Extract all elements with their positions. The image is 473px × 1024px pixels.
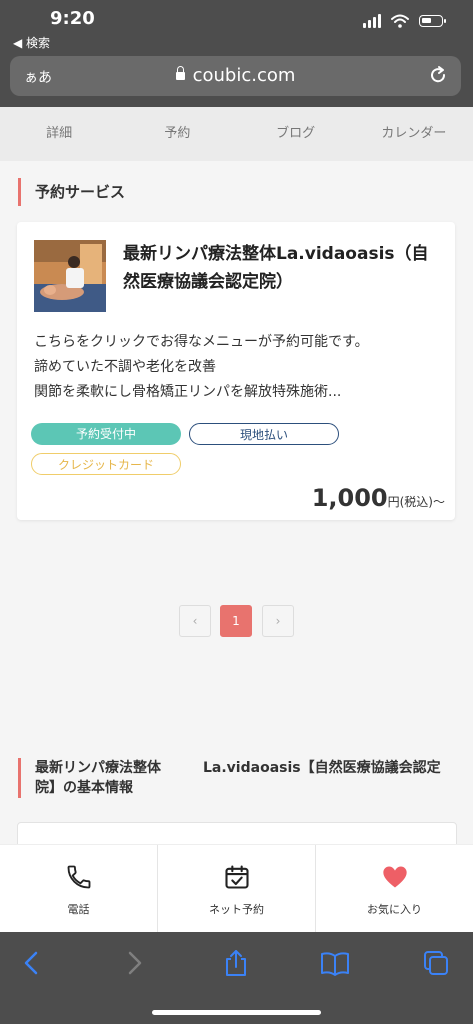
tab-calendar[interactable]: カレンダー (355, 107, 473, 161)
tabs-icon[interactable] (422, 948, 450, 978)
back-icon[interactable] (20, 948, 44, 978)
description-line: 関節を柔軟にし骨格矯正リンパを解放特殊施術... (34, 384, 342, 400)
tab-booking[interactable]: 予約 (118, 107, 236, 161)
tab-bar: 詳細 予約 ブログ カレンダー (0, 107, 473, 161)
share-icon[interactable] (222, 948, 250, 978)
credit-card-badge: クレジットカード (31, 453, 181, 475)
battery-icon (419, 15, 446, 27)
description-line: こちらをクリックでお得なメニューが予約可能です。 (34, 334, 369, 350)
phone-button[interactable]: 電話 (0, 845, 157, 933)
phone-icon (67, 865, 90, 889)
next-page-button[interactable]: › (262, 605, 294, 637)
tab-blog[interactable]: ブログ (237, 107, 355, 161)
service-thumbnail-image (34, 240, 106, 312)
prev-page-button[interactable]: ‹ (179, 605, 211, 637)
wifi-icon (391, 14, 409, 28)
back-to-search-link[interactable]: ◀ 検索 (13, 34, 50, 51)
accepting-bookings-badge: 予約受付中 (31, 423, 181, 445)
lock-icon (175, 66, 185, 80)
action-bar: 電話 ネット予約 お気に入り (0, 844, 473, 933)
favorite-button[interactable]: お気に入り (315, 845, 473, 933)
home-indicator (152, 1010, 321, 1015)
pay-onsite-badge: 現地払い (189, 423, 339, 445)
browser-top-bar: 9:20 ◀ 検索 ぁあ coubic.com (0, 0, 473, 107)
service-card[interactable]: 最新リンパ療法整体La.vidaoasis（自然医療協議会認定院） こちらをクリ… (17, 222, 455, 520)
service-description: こちらをクリックでお得なメニューが予約可能です。 諦めていた不調や老化を改善 関… (34, 330, 444, 405)
status-time: 9:20 (50, 8, 95, 29)
heart-icon (382, 866, 407, 888)
service-price: 1,000円(税込)〜 (312, 484, 445, 512)
online-booking-label: ネット予約 (209, 903, 264, 916)
service-title[interactable]: 最新リンパ療法整体La.vidaoasis（自然医療協議会認定院） (123, 240, 441, 296)
signal-icon (363, 14, 381, 28)
url-bar[interactable]: ぁあ coubic.com (10, 56, 461, 96)
description-line: 諦めていた不調や老化を改善 (34, 359, 216, 375)
browser-toolbar (0, 932, 473, 1024)
bookmarks-icon[interactable] (319, 948, 351, 978)
price-unit: 円(税込)〜 (387, 495, 445, 509)
online-booking-button[interactable]: ネット予約 (157, 845, 315, 933)
url-display[interactable]: coubic.com (10, 65, 461, 86)
calendar-check-icon (224, 865, 249, 889)
price-amount: 1,000 (311, 484, 388, 512)
phone-label: 電話 (67, 903, 90, 916)
status-indicators (363, 14, 446, 28)
reload-icon[interactable] (427, 64, 449, 86)
forward-icon[interactable] (122, 948, 146, 978)
services-heading: 予約サービス (18, 178, 125, 206)
favorite-label: お気に入り (367, 903, 422, 916)
url-text: coubic.com (192, 65, 296, 86)
tab-details[interactable]: 詳細 (0, 107, 118, 161)
current-page-button[interactable]: 1 (220, 605, 252, 637)
basic-info-heading: 最新リンパ療法整体 La.vidaoasis【自然医療協議会認定院】の基本情報 (18, 758, 455, 798)
